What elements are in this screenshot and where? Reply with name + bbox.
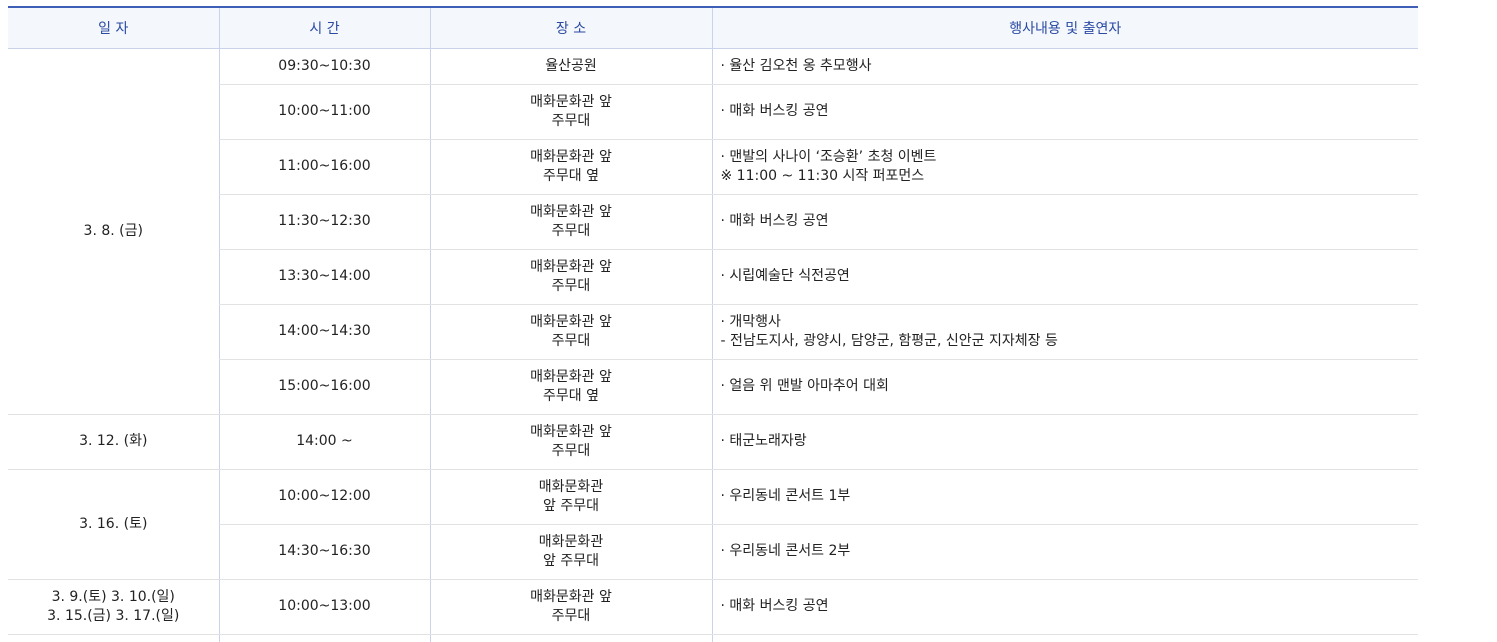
place-cell: 매화문화관 앞 주무대 <box>429 579 712 635</box>
table-row: 13:30~14:00 매화문화관 앞 주무대 · 시립예술단 식전공연 <box>8 249 1418 305</box>
table-header-row: 일 자 시 간 장 소 행사내용 및 출연자 <box>8 6 1418 49</box>
time-cell <box>218 634 430 642</box>
event-cell: · 개막행사 - 전남도지사, 광양시, 담양군, 함평군, 신안군 지자체장 … <box>711 304 1418 360</box>
time-cell: 13:30~14:00 <box>218 249 430 305</box>
time-cell: 11:00~16:00 <box>218 139 430 195</box>
place-cell <box>429 634 712 642</box>
event-cell <box>711 634 1418 642</box>
date-cell: 3. 16. (토) <box>8 469 219 580</box>
event-cell: · 얼음 위 맨발 아마추어 대회 <box>711 359 1418 415</box>
event-cell: · 매화 버스킹 공연 <box>711 194 1418 250</box>
event-cell: · 태군노래자랑 <box>711 414 1418 470</box>
table-row: 14:30~16:30 매화문화관 앞 주무대 · 우리동네 콘서트 2부 <box>8 524 1418 580</box>
table-row: 3. 12. (화) 14:00 ~ 매화문화관 앞 주무대 · 태군노래자랑 <box>8 414 1418 470</box>
date-cell: 3. 9.(토) 3. 10.(일) 3. 15.(금) 3. 17.(일) <box>8 579 219 635</box>
event-cell: · 매화 버스킹 공연 <box>711 579 1418 635</box>
table-row: 14:00~14:30 매화문화관 앞 주무대 · 개막행사 - 전남도지사, … <box>8 304 1418 360</box>
table-row: 15:00~16:00 매화문화관 앞 주무대 옆 · 얼음 위 맨발 아마추어… <box>8 359 1418 415</box>
time-cell: 09:30~10:30 <box>218 48 430 85</box>
time-cell: 10:00~13:00 <box>218 579 430 635</box>
date-cell <box>8 634 219 642</box>
table-row: 11:30~12:30 매화문화관 앞 주무대 · 매화 버스킹 공연 <box>8 194 1418 250</box>
time-cell: 14:00~14:30 <box>218 304 430 360</box>
event-cell: · 시립예술단 식전공연 <box>711 249 1418 305</box>
event-cell: · 매화 버스킹 공연 <box>711 84 1418 140</box>
time-cell: 11:30~12:30 <box>218 194 430 250</box>
event-cell: · 우리동네 콘서트 1부 <box>711 469 1418 525</box>
place-cell: 매화문화관 앞 주무대 <box>429 84 712 140</box>
event-cell: · 율산 김오천 옹 추모행사 <box>711 48 1418 85</box>
place-cell: 매화문화관 앞 주무대 <box>429 524 712 580</box>
table-row: 3. 16. (토) 10:00~12:00 매화문화관 앞 주무대 · 우리동… <box>8 469 1418 580</box>
table-row: 3. 9.(토) 3. 10.(일) 3. 15.(금) 3. 17.(일) 1… <box>8 579 1418 635</box>
place-cell: 매화문화관 앞 주무대 <box>429 469 712 525</box>
header-time: 시 간 <box>218 6 430 49</box>
place-cell: 매화문화관 앞 주무대 <box>429 249 712 305</box>
page: 일 자 시 간 장 소 행사내용 및 출연자 3. 8. (금) 09:30~1… <box>0 0 1497 642</box>
header-event: 행사내용 및 출연자 <box>711 6 1418 49</box>
time-cell: 10:00~12:00 <box>218 469 430 525</box>
table-row <box>8 634 1418 642</box>
time-cell: 14:00 ~ <box>218 414 430 470</box>
time-cell: 10:00~11:00 <box>218 84 430 140</box>
header-date: 일 자 <box>8 6 219 49</box>
date-cell: 3. 12. (화) <box>8 414 219 470</box>
date-cell: 3. 8. (금) <box>8 48 219 415</box>
place-cell: 매화문화관 앞 주무대 <box>429 304 712 360</box>
table-row: 10:00~11:00 매화문화관 앞 주무대 · 매화 버스킹 공연 <box>8 84 1418 140</box>
time-cell: 14:30~16:30 <box>218 524 430 580</box>
place-cell: 매화문화관 앞 주무대 <box>429 194 712 250</box>
place-cell: 매화문화관 앞 주무대 옆 <box>429 359 712 415</box>
header-place: 장 소 <box>429 6 712 49</box>
place-cell: 매화문화관 앞 주무대 옆 <box>429 139 712 195</box>
event-schedule-table: 일 자 시 간 장 소 행사내용 및 출연자 3. 8. (금) 09:30~1… <box>8 6 1418 642</box>
place-cell: 율산공원 <box>429 48 712 85</box>
table-row: 3. 8. (금) 09:30~10:30 율산공원 · 율산 김오천 옹 추모… <box>8 48 1418 415</box>
time-cell: 15:00~16:00 <box>218 359 430 415</box>
event-cell: · 맨발의 사나이 ‘조승환’ 초청 이벤트 ※ 11:00 ~ 11:30 시… <box>711 139 1418 195</box>
table-row: 11:00~16:00 매화문화관 앞 주무대 옆 · 맨발의 사나이 ‘조승환… <box>8 139 1418 195</box>
place-cell: 매화문화관 앞 주무대 <box>429 414 712 470</box>
event-cell: · 우리동네 콘서트 2부 <box>711 524 1418 580</box>
